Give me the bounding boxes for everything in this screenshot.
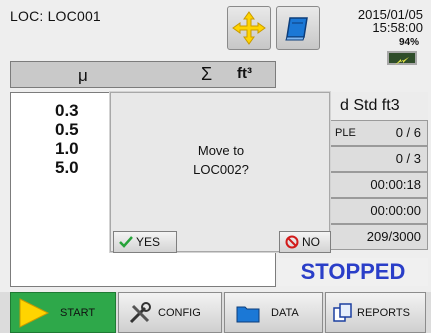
yes-button[interactable]: YES — [113, 231, 177, 253]
status-label: STOPPED — [278, 258, 428, 286]
time-readout: 15:58:00 — [372, 20, 423, 35]
cycle-row: 0 / 3 — [330, 146, 428, 172]
column-header-unit: ft³ — [237, 65, 252, 82]
data-button[interactable]: DATA — [224, 292, 323, 333]
move-location-button[interactable] — [227, 6, 271, 50]
data-label: DATA — [271, 306, 299, 319]
move-location-dialog: Move to LOC002? YES NO — [110, 92, 331, 253]
config-label: CONFIG — [158, 306, 201, 319]
cycle-value: 0 / 3 — [395, 151, 421, 166]
delay-value: 00:00:18 — [370, 177, 421, 192]
start-label: START — [60, 306, 96, 319]
reports-icon — [333, 302, 352, 322]
table-row-size: 0.3 — [55, 101, 79, 120]
play-icon — [19, 297, 50, 328]
no-icon — [285, 235, 299, 249]
no-button[interactable]: NO — [279, 231, 331, 253]
book-button[interactable] — [276, 6, 320, 50]
reports-button[interactable]: REPORTS — [325, 292, 426, 333]
delay-row: 00:00:18 — [330, 172, 428, 198]
table-row-size: 5.0 — [55, 158, 79, 177]
battery-percent: 94% — [398, 37, 419, 48]
reports-label: REPORTS — [357, 306, 410, 319]
location-label: LOC: LOC001 — [10, 8, 101, 24]
check-icon — [119, 236, 133, 248]
folder-icon — [236, 306, 260, 322]
move-arrows-icon — [232, 11, 266, 45]
battery-icon — [387, 51, 417, 65]
sample-label: PLE — [335, 127, 356, 139]
volume-value: 209/3000 — [366, 229, 421, 244]
bottom-nav: START CONFIG DATA REPORTS — [0, 292, 431, 333]
table-header: μ Σ ft³ — [10, 61, 276, 88]
table-row-size: 0.5 — [55, 120, 79, 139]
dialog-message: Move to LOC002? — [193, 143, 249, 177]
duration-row: 00:00:00 — [330, 198, 428, 224]
tools-icon — [129, 301, 151, 323]
volume-row: 209/3000 — [330, 224, 428, 250]
sample-row: PLE 0 / 6 — [330, 120, 428, 146]
column-header-size: μ — [78, 66, 88, 85]
column-header-sum: Σ — [201, 64, 213, 84]
table-row-size: 1.0 — [55, 139, 79, 158]
no-label: NO — [302, 235, 320, 249]
config-button[interactable]: CONFIG — [118, 292, 222, 333]
duration-value: 00:00:00 — [370, 203, 421, 218]
sample-value: 0 / 6 — [395, 125, 421, 140]
book-icon — [285, 17, 308, 41]
unit-readout: d Std ft3 — [330, 92, 428, 120]
yes-label: YES — [136, 235, 161, 249]
start-button[interactable]: START — [10, 292, 116, 333]
